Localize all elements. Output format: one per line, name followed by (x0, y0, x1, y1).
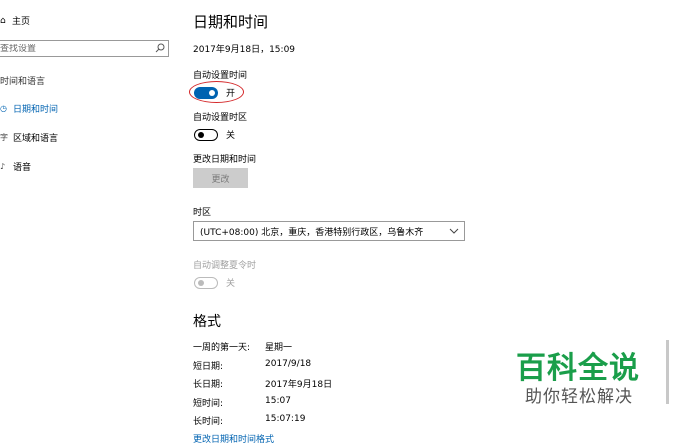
dst-label: 自动调整夏令时 (193, 261, 257, 271)
microphone-icon: ♪ (0, 162, 6, 171)
format-row: 长日期: 2017年9月18日 (193, 377, 332, 390)
dst-switch[interactable] (194, 276, 218, 289)
change-datetime-label: 更改日期和时间 (193, 155, 257, 165)
format-key: 长日期: (193, 380, 224, 390)
chevron-down-icon (449, 228, 459, 234)
format-value: 2017年9月18日 (265, 380, 333, 390)
format-row: 短日期: 2017/9/18 (193, 359, 311, 372)
sidebar-item-label: 语音 (13, 163, 32, 173)
dst-state: 关 (226, 279, 236, 289)
dst-toggle[interactable]: 关 (194, 276, 235, 289)
auto-timezone-toggle[interactable]: 关 (194, 128, 235, 141)
change-button[interactable]: 更改 (193, 168, 248, 188)
format-value: 15:07 (265, 396, 291, 406)
sidebar-group-label: 时间和语言 (0, 77, 46, 87)
format-key: 长时间: (193, 417, 224, 427)
format-key: 短时间: (193, 399, 224, 409)
format-title: 格式 (193, 314, 221, 330)
search-icon[interactable] (155, 43, 165, 53)
auto-time-label: 自动设置时间 (193, 71, 248, 81)
change-format-link[interactable]: 更改日期和时间格式 (193, 432, 274, 445)
format-value: 15:07:19 (265, 414, 306, 424)
timezone-select[interactable]: (UTC+08:00) 北京，重庆，香港特别行政区，乌鲁木齐 (193, 221, 465, 241)
language-icon: 字 (0, 133, 8, 142)
search-input[interactable] (0, 43, 150, 54)
calendar-clock-icon: ◷ (0, 104, 7, 113)
sidebar-item-label: 日期和时间 (13, 105, 59, 115)
auto-timezone-switch[interactable] (194, 128, 218, 141)
sidebar-item-region-language[interactable]: 字 区域和语言 (0, 131, 58, 144)
sidebar-home[interactable]: ⌂ 主页 (0, 14, 31, 28)
sidebar-item-speech[interactable]: ♪ 语音 (0, 160, 31, 173)
format-row: 短时间: 15:07 (193, 396, 291, 409)
current-datetime: 2017年9月18日，15:09 (193, 45, 296, 55)
format-row: 长时间: 15:07:19 (193, 414, 305, 427)
home-icon: ⌂ (0, 15, 6, 26)
scrollbar[interactable] (666, 340, 669, 404)
timezone-label: 时区 (193, 208, 212, 218)
timezone-value: (UTC+08:00) 北京，重庆，香港特别行政区，乌鲁木齐 (200, 227, 424, 238)
sidebar-item-label: 区域和语言 (13, 134, 59, 144)
auto-timezone-state: 关 (226, 131, 236, 141)
format-value: 星期一 (265, 343, 293, 353)
auto-timezone-label: 自动设置时区 (193, 113, 248, 123)
format-key: 短日期: (193, 362, 224, 372)
format-row: 一周的第一天: 星期一 (193, 340, 292, 353)
sidebar-item-date-time[interactable]: ◷ 日期和时间 (0, 102, 58, 115)
search-box[interactable] (0, 40, 169, 57)
highlight-circle (189, 81, 244, 103)
format-value: 2017/9/18 (265, 359, 312, 369)
page-title: 日期和时间 (193, 13, 269, 31)
watermark-title: 百科全说 (516, 351, 640, 386)
watermark-subtitle: 助你轻松解决 (525, 387, 633, 407)
format-key: 一周的第一天: (193, 343, 251, 353)
sidebar-home-label: 主页 (12, 17, 31, 27)
